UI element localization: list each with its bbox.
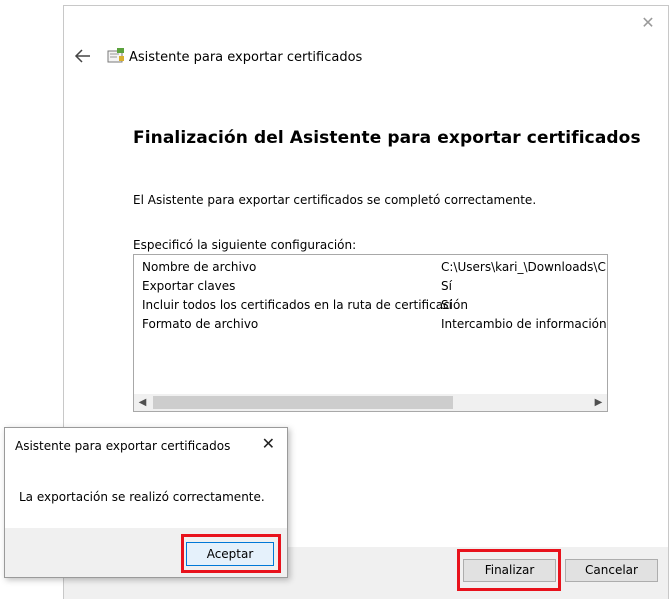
left-arrow-icon[interactable]	[73, 46, 93, 66]
scrollbar-thumb[interactable]	[153, 396, 453, 409]
list-item-key: Exportar claves	[142, 279, 236, 293]
chevron-right-icon[interactable]: ▶	[590, 394, 607, 411]
list-item-value: Sí	[441, 279, 452, 293]
list-item-value: Intercambio de información pe	[441, 317, 608, 331]
highlight-box	[181, 534, 281, 573]
dialog-message: La exportación se realizó correctamente.	[19, 490, 265, 504]
message-dialog: Asistente para exportar certificados ✕ L…	[4, 427, 288, 578]
configuration-listbox[interactable]: Nombre de archivo C:\Users\kari_\Downloa…	[133, 254, 608, 412]
close-icon[interactable]: ✕	[640, 15, 656, 31]
list-item-value: C:\Users\kari_\Downloads\CEF	[441, 260, 608, 274]
page-title: Finalización del Asistente para exportar…	[133, 128, 641, 148]
configuration-label: Especificó la siguiente configuración:	[133, 238, 357, 252]
list-item-value: Sí	[441, 298, 452, 312]
dialog-title: Asistente para exportar certificados	[15, 439, 231, 453]
list-item-key: Formato de archivo	[142, 317, 259, 331]
horizontal-scrollbar[interactable]: ◀ ▶	[134, 394, 607, 411]
certificate-icon	[107, 48, 124, 63]
close-icon[interactable]: ✕	[262, 436, 275, 452]
cancel-button[interactable]: Cancelar	[565, 559, 658, 582]
chevron-left-icon[interactable]: ◀	[134, 394, 151, 411]
list-item-key: Nombre de archivo	[142, 260, 257, 274]
completion-text: El Asistente para exportar certificados …	[133, 193, 537, 207]
highlight-box	[457, 549, 561, 591]
list-item-key: Incluir todos los certificados en la rut…	[142, 298, 468, 312]
wizard-title: Asistente para exportar certificados	[129, 50, 363, 65]
